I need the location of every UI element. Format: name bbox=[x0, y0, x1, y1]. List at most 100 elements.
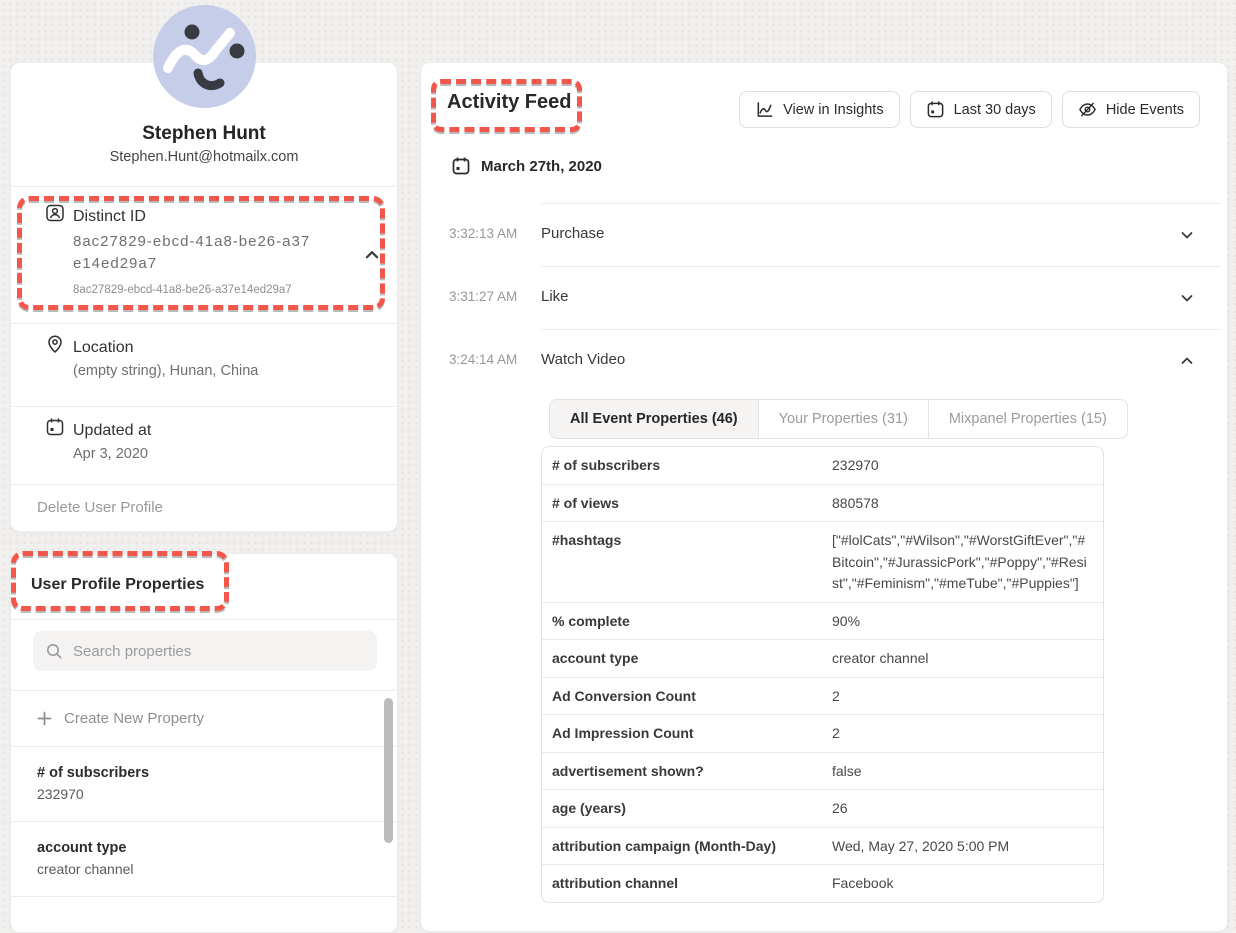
view-in-insights-button[interactable]: View in Insights bbox=[739, 91, 899, 128]
activity-feed-card: Activity Feed View in Insights bbox=[420, 62, 1228, 932]
calendar-icon bbox=[451, 156, 471, 176]
event-property-row: # of views880578 bbox=[542, 485, 1103, 523]
event-property-row: # of subscribers232970 bbox=[542, 447, 1103, 485]
view-in-insights-label: View in Insights bbox=[783, 102, 883, 118]
event-property-row: account typecreator channel bbox=[542, 640, 1103, 678]
date-range-label: Last 30 days bbox=[954, 102, 1036, 118]
date-header: March 27th, 2020 bbox=[451, 156, 602, 176]
divider bbox=[11, 186, 397, 187]
event-properties-tabs: All Event Properties (46) Your Propertie… bbox=[549, 399, 1128, 439]
profile-properties-list: Create New Property # of subscribers2329… bbox=[11, 690, 397, 932]
create-new-property-label: Create New Property bbox=[64, 710, 204, 727]
activity-feed-title: Activity Feed bbox=[447, 91, 571, 114]
distinct-id-collapsed-value: 8ac27829-ebcd-41a8-be26-a37e14ed29a7 bbox=[73, 284, 292, 296]
event-property-name: attribution campaign (Month-Day) bbox=[542, 828, 832, 865]
properties-panel-title: User Profile Properties bbox=[31, 576, 204, 594]
event-row-watch-video[interactable]: 3:24:14 AM Watch Video bbox=[421, 330, 1227, 392]
event-property-value: Wed, May 27, 2020 5:00 PM bbox=[832, 828, 1103, 865]
event-time: 3:31:27 AM bbox=[449, 289, 517, 304]
updated-at-value: Apr 3, 2020 bbox=[73, 446, 148, 462]
event-time: 3:32:13 AM bbox=[449, 226, 517, 241]
location-value: (empty string), Hunan, China bbox=[73, 363, 258, 379]
event-property-value: creator channel bbox=[832, 640, 1103, 677]
event-name: Purchase bbox=[541, 225, 604, 242]
chevron-down-icon[interactable] bbox=[1179, 290, 1195, 306]
date-header-label: March 27th, 2020 bbox=[481, 158, 602, 175]
divider bbox=[11, 406, 397, 407]
user-profile-page: Stephen Hunt Stephen.Hunt@hotmailx.com D… bbox=[0, 0, 1236, 908]
distinct-id-value: 8ac27829-ebcd-41a8-be26-a37e14ed29a7 bbox=[73, 231, 313, 275]
event-properties-table: # of subscribers232970# of views880578#h… bbox=[541, 446, 1104, 903]
event-property-row: attribution campaign (Month-Day)Wed, May… bbox=[542, 828, 1103, 866]
date-range-button[interactable]: Last 30 days bbox=[910, 91, 1052, 128]
event-property-name: # of subscribers bbox=[542, 447, 832, 484]
event-property-name: % complete bbox=[542, 603, 832, 640]
scrollbar-thumb[interactable] bbox=[384, 698, 393, 843]
event-row-like[interactable]: 3:31:27 AM Like bbox=[421, 267, 1227, 329]
profile-property-value: 232970 bbox=[37, 784, 377, 805]
search-properties-input[interactable] bbox=[73, 643, 365, 660]
event-property-value: false bbox=[832, 753, 1103, 790]
hide-events-button[interactable]: Hide Events bbox=[1062, 91, 1200, 128]
tab-all-event-properties[interactable]: All Event Properties (46) bbox=[550, 400, 759, 438]
divider bbox=[11, 484, 397, 485]
user-name: Stephen Hunt bbox=[11, 123, 397, 145]
event-property-name: #hashtags bbox=[542, 522, 832, 602]
profile-property-item[interactable]: account typecreator channel bbox=[11, 821, 397, 896]
avatar bbox=[153, 5, 256, 108]
profile-property-name: # of subscribers bbox=[37, 762, 377, 784]
search-icon bbox=[45, 642, 63, 660]
event-property-name: advertisement shown? bbox=[542, 753, 832, 790]
profile-property-value: creator channel bbox=[37, 859, 377, 880]
event-property-name: age (years) bbox=[542, 790, 832, 827]
plus-icon bbox=[37, 711, 52, 726]
tab-mixpanel-properties[interactable]: Mixpanel Properties (15) bbox=[929, 400, 1127, 438]
eye-off-icon bbox=[1078, 100, 1097, 119]
event-property-row: advertisement shown?false bbox=[542, 753, 1103, 791]
calendar-icon bbox=[926, 100, 945, 119]
event-property-row: #hashtags["#lolCats","#Wilson","#WorstGi… bbox=[542, 522, 1103, 603]
event-name: Watch Video bbox=[541, 351, 625, 368]
profile-property-item[interactable]: # of subscribers232970 bbox=[11, 746, 397, 821]
distinct-id-label: Distinct ID bbox=[73, 208, 146, 226]
create-new-property-button[interactable]: Create New Property bbox=[11, 690, 397, 746]
event-property-name: account type bbox=[542, 640, 832, 677]
event-property-row: % complete90% bbox=[542, 603, 1103, 641]
event-property-value: 2 bbox=[832, 678, 1103, 715]
insights-chart-icon bbox=[755, 100, 774, 119]
event-property-name: # of views bbox=[542, 485, 832, 522]
event-property-value: 2 bbox=[832, 715, 1103, 752]
event-property-value: 26 bbox=[832, 790, 1103, 827]
divider bbox=[11, 619, 397, 620]
event-time: 3:24:14 AM bbox=[449, 352, 517, 367]
event-property-row: Ad Conversion Count2 bbox=[542, 678, 1103, 716]
user-email: Stephen.Hunt@hotmailx.com bbox=[11, 149, 397, 165]
event-property-name: attribution channel bbox=[542, 865, 832, 902]
user-profile-properties-card: User Profile Properties Create bbox=[10, 553, 398, 933]
event-property-name: Ad Impression Count bbox=[542, 715, 832, 752]
location-pin-icon bbox=[45, 334, 65, 354]
event-property-value: 232970 bbox=[832, 447, 1103, 484]
tab-your-properties[interactable]: Your Properties (31) bbox=[759, 400, 929, 438]
chevron-down-icon[interactable] bbox=[1179, 227, 1195, 243]
event-property-name: Ad Conversion Count bbox=[542, 678, 832, 715]
profile-property-item bbox=[11, 896, 397, 906]
event-property-row: age (years)26 bbox=[542, 790, 1103, 828]
user-profile-card: Stephen Hunt Stephen.Hunt@hotmailx.com D… bbox=[10, 62, 398, 532]
search-properties-box bbox=[33, 631, 377, 671]
event-property-value: 90% bbox=[832, 603, 1103, 640]
chevron-up-icon[interactable] bbox=[1179, 353, 1195, 369]
hide-events-label: Hide Events bbox=[1106, 102, 1184, 118]
event-property-value: ["#lolCats","#Wilson","#WorstGiftEver","… bbox=[832, 522, 1103, 602]
event-row-purchase[interactable]: 3:32:13 AM Purchase bbox=[421, 204, 1227, 266]
delete-user-profile-button[interactable]: Delete User Profile bbox=[37, 499, 163, 516]
id-card-icon bbox=[45, 203, 65, 223]
event-property-value: 880578 bbox=[832, 485, 1103, 522]
collapse-chevron-up-icon[interactable] bbox=[363, 246, 381, 264]
divider bbox=[11, 323, 397, 324]
profile-property-name: account type bbox=[37, 837, 377, 859]
updated-at-label: Updated at bbox=[73, 422, 151, 440]
event-name: Like bbox=[541, 288, 569, 305]
location-label: Location bbox=[73, 339, 134, 357]
activity-actions: View in Insights Last 30 days bbox=[739, 91, 1200, 128]
